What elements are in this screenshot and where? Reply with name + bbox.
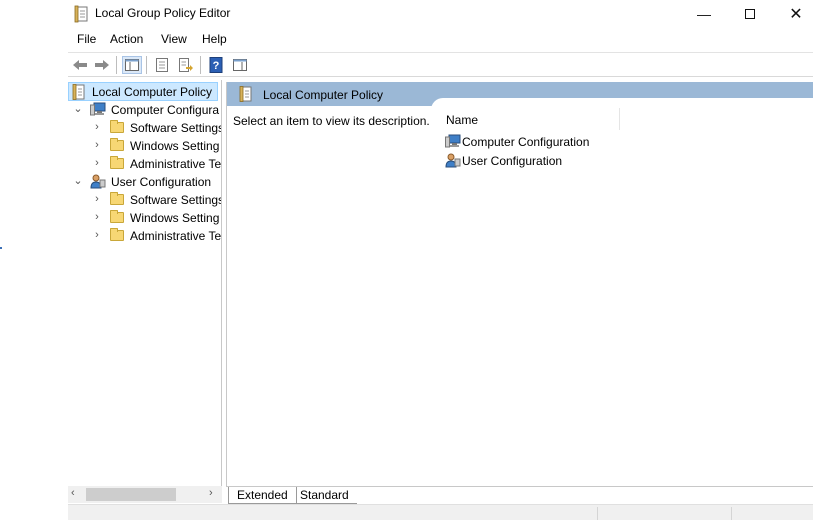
tree-item-label: User Configuration [111, 175, 212, 189]
folder-icon [110, 228, 124, 241]
tree-horizontal-scrollbar[interactable]: ‹ › [68, 486, 222, 503]
policy-editor-icon [74, 5, 90, 23]
forward-button[interactable] [92, 56, 112, 74]
export-list-icon [179, 58, 193, 72]
desktop-dot [0, 247, 2, 249]
chevron-right-icon[interactable]: › [92, 138, 102, 152]
minimize-button[interactable]: — [681, 0, 727, 28]
list-item-label: Computer Configuration [462, 135, 590, 149]
svg-text:?: ? [213, 60, 220, 72]
forward-arrow-icon [95, 60, 109, 70]
back-arrow-icon [73, 60, 87, 70]
computer-icon [445, 134, 461, 148]
minimize-icon: — [697, 6, 711, 22]
user-icon [445, 153, 461, 168]
view-tabs: Extended Standard [226, 486, 813, 504]
maximize-icon [745, 9, 755, 19]
show-hide-action-pane-icon [233, 59, 247, 71]
toolbar-separator [200, 56, 201, 74]
status-separator [597, 507, 598, 520]
tree-item-administrative-templates[interactable]: › Administrative Te [68, 227, 222, 245]
tree-item-label: Local Computer Policy [92, 85, 213, 99]
tab-standard[interactable]: Standard [292, 487, 357, 504]
chevron-right-icon[interactable]: › [92, 156, 102, 170]
tree-item-label: Software Settings [130, 121, 222, 135]
chevron-down-icon[interactable]: ⌄ [73, 102, 83, 116]
header-curve [431, 98, 813, 110]
folder-icon [110, 120, 124, 133]
tree-item-label: Administrative Te [130, 229, 222, 243]
folder-icon [110, 192, 124, 205]
window-title: Local Group Policy Editor [95, 6, 231, 20]
tree-item-local-computer-policy[interactable]: Local Computer Policy [68, 82, 218, 101]
menu-view[interactable]: View [161, 32, 187, 46]
tree-item-windows-settings[interactable]: › Windows Setting [68, 137, 221, 155]
policy-document-icon [239, 86, 252, 102]
list-item-label: User Configuration [462, 154, 563, 168]
show-hide-tree-button[interactable] [122, 56, 142, 74]
help-icon: ? [209, 57, 223, 73]
help-button[interactable]: ? [206, 56, 226, 74]
details-pane: Local Computer Policy Select an item to … [226, 82, 813, 486]
computer-icon [90, 102, 106, 116]
properties-icon [156, 58, 168, 72]
scroll-left-icon[interactable]: ‹ [71, 487, 75, 499]
tree-item-label: Computer Configura [111, 103, 220, 117]
header-title: Local Computer Policy [263, 88, 384, 102]
tree-item-computer-configuration[interactable]: ⌄ Computer Configura [68, 101, 221, 119]
toolbar-separator [146, 56, 147, 74]
show-hide-tree-icon [125, 59, 139, 71]
folder-icon [110, 210, 124, 223]
column-separator[interactable] [619, 108, 620, 130]
tree-item-windows-settings[interactable]: › Windows Setting [68, 209, 221, 227]
policy-document-icon [72, 84, 85, 100]
menu-action[interactable]: Action [110, 32, 143, 46]
properties-button[interactable] [152, 56, 172, 74]
toolbar: ? [68, 52, 813, 77]
back-button[interactable] [70, 56, 90, 74]
status-separator [731, 507, 732, 520]
menu-bar: File Action View Help [68, 30, 813, 50]
folder-icon [110, 138, 124, 151]
export-list-button[interactable] [176, 56, 196, 74]
tree-item-software-settings[interactable]: › Software Settings [68, 119, 222, 137]
menu-file[interactable]: File [77, 32, 96, 46]
chevron-down-icon[interactable]: ⌄ [73, 174, 83, 188]
title-bar: Local Group Policy Editor — ✕ [68, 0, 813, 28]
tree-item-label: Administrative Te [130, 157, 222, 171]
show-hide-action-pane-button[interactable] [230, 56, 250, 74]
chevron-right-icon[interactable]: › [92, 192, 102, 206]
scroll-right-icon[interactable]: › [209, 487, 213, 499]
tree-item-label: Windows Setting [130, 139, 220, 153]
tab-extended[interactable]: Extended [228, 487, 297, 504]
chevron-right-icon[interactable]: › [92, 210, 102, 224]
scrollbar-thumb[interactable] [86, 488, 176, 501]
maximize-button[interactable] [727, 0, 773, 28]
status-bar [68, 504, 813, 520]
tree-item-administrative-templates[interactable]: › Administrative Te [68, 155, 222, 173]
description-text: Select an item to view its description. [233, 114, 430, 128]
close-button[interactable]: ✕ [773, 0, 813, 28]
toolbar-separator [116, 56, 117, 74]
chevron-right-icon[interactable]: › [92, 228, 102, 242]
column-header-name[interactable]: Name [446, 113, 478, 127]
tree-item-user-configuration[interactable]: ⌄ User Configuration [68, 173, 221, 191]
tree-pane: Local Computer Policy ⌄ Computer Configu… [68, 80, 222, 486]
folder-icon [110, 156, 124, 169]
user-icon [90, 174, 106, 189]
tree-item-software-settings[interactable]: › Software Settings [68, 191, 222, 209]
close-icon: ✕ [789, 6, 803, 23]
menu-help[interactable]: Help [202, 32, 227, 46]
tree-item-label: Windows Setting [130, 211, 220, 225]
chevron-right-icon[interactable]: › [92, 120, 102, 134]
tree-item-label: Software Settings [130, 193, 222, 207]
